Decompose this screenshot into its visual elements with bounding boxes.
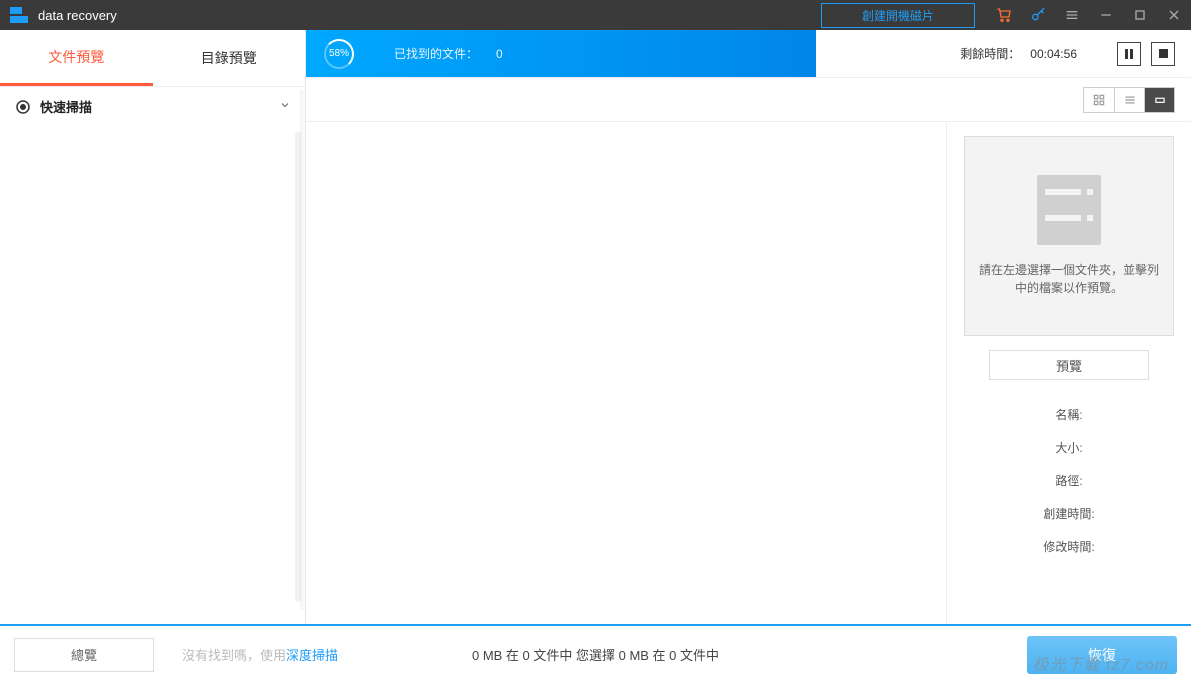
- remaining-label: 剩餘時間：: [960, 45, 1020, 62]
- selection-stats: 0 MB 在 0 文件中 您選擇 0 MB 在 0 文件中: [472, 645, 719, 664]
- menu-icon[interactable]: [1055, 0, 1089, 30]
- stop-button[interactable]: [1151, 42, 1175, 66]
- view-toolbar: [306, 77, 1191, 122]
- tab-dir-preview[interactable]: 目錄預覽: [153, 30, 306, 86]
- close-button[interactable]: [1157, 0, 1191, 30]
- key-icon[interactable]: [1021, 0, 1055, 30]
- footer: 總覽 沒有找到嗎，使用 深度掃描 0 MB 在 0 文件中 您選擇 0 MB 在…: [0, 624, 1191, 683]
- progress-row: 58% 已找到的文件： 0 剩餘時間： 00:04:56: [306, 30, 1191, 77]
- view-list-button[interactable]: [1114, 88, 1144, 112]
- found-files-label: 已找到的文件：: [394, 45, 478, 62]
- quick-scan-label: 快速掃描: [40, 97, 92, 116]
- meta-name-label: 名稱:: [961, 398, 1177, 431]
- meta-size-label: 大小:: [961, 431, 1177, 464]
- deep-scan-link[interactable]: 深度掃描: [286, 645, 338, 664]
- titlebar: data recovery 創建開機磁片: [0, 0, 1191, 30]
- sidebar: 文件預覽 目錄預覽 快速掃描: [0, 30, 306, 624]
- overview-button[interactable]: 總覽: [14, 638, 154, 672]
- drive-icon: [1037, 175, 1101, 245]
- not-found-hint: 沒有找到嗎，使用: [182, 645, 286, 664]
- progress-bar: 58% 已找到的文件： 0: [306, 30, 816, 77]
- pause-button[interactable]: [1117, 42, 1141, 66]
- create-boot-disk-button[interactable]: 創建開機磁片: [821, 3, 975, 28]
- view-detail-button[interactable]: [1144, 88, 1174, 112]
- progress-percent-ring: 58%: [324, 39, 354, 69]
- meta-ctime-label: 創建時間:: [961, 497, 1177, 530]
- preview-panel: 請在左邊選擇一個文件夾，並擊列中的檔案以作預覽。 預覽 名稱: 大小: 路徑: …: [947, 122, 1191, 624]
- scrollbar-track[interactable]: [295, 132, 301, 602]
- recover-button[interactable]: 恢復: [1027, 636, 1177, 674]
- quick-scan-row[interactable]: 快速掃描: [0, 87, 305, 126]
- chevron-down-icon: [279, 99, 291, 114]
- minimize-button[interactable]: [1089, 0, 1123, 30]
- view-grid-button[interactable]: [1084, 88, 1114, 112]
- target-icon: [14, 98, 32, 116]
- maximize-button[interactable]: [1123, 0, 1157, 30]
- preview-placeholder: 請在左邊選擇一個文件夾，並擊列中的檔案以作預覽。: [964, 136, 1174, 336]
- meta-path-label: 路徑:: [961, 464, 1177, 497]
- preview-hint: 請在左邊選擇一個文件夾，並擊列中的檔案以作預覽。: [975, 261, 1163, 297]
- tab-file-preview[interactable]: 文件預覽: [0, 30, 153, 86]
- meta-mtime-label: 修改時間:: [961, 530, 1177, 563]
- app-logo-icon: [10, 5, 30, 25]
- remaining-time: 00:04:56: [1030, 47, 1077, 61]
- file-list-area: [306, 122, 947, 624]
- sidebar-body: [0, 126, 305, 624]
- cart-icon[interactable]: [987, 0, 1021, 30]
- found-files-count: 0: [496, 47, 503, 61]
- app-title: data recovery: [38, 8, 117, 23]
- preview-button[interactable]: 預覽: [989, 350, 1149, 380]
